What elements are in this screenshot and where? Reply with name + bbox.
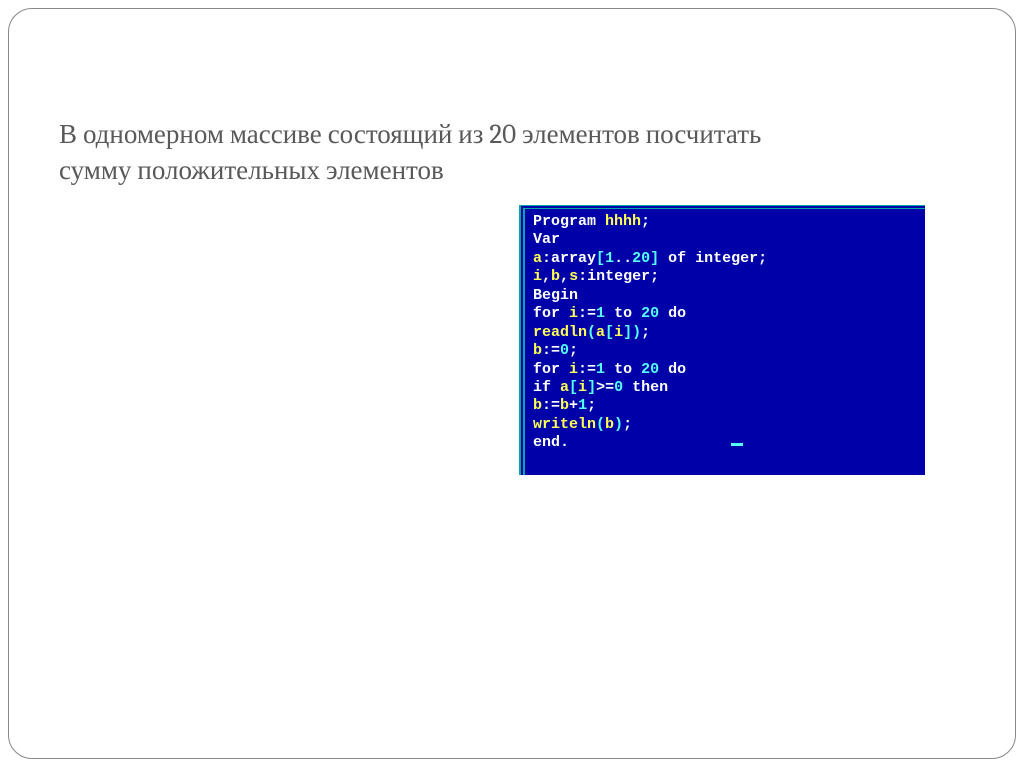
text-cursor	[731, 443, 743, 446]
pascal-code-block: Program hhhh; Var a:array[1..20] of inte…	[519, 205, 925, 475]
problem-statement: В одномерном массиве состоящий из 20 эле…	[59, 117, 779, 190]
slide-frame: В одномерном массиве состоящий из 20 эле…	[8, 8, 1016, 759]
